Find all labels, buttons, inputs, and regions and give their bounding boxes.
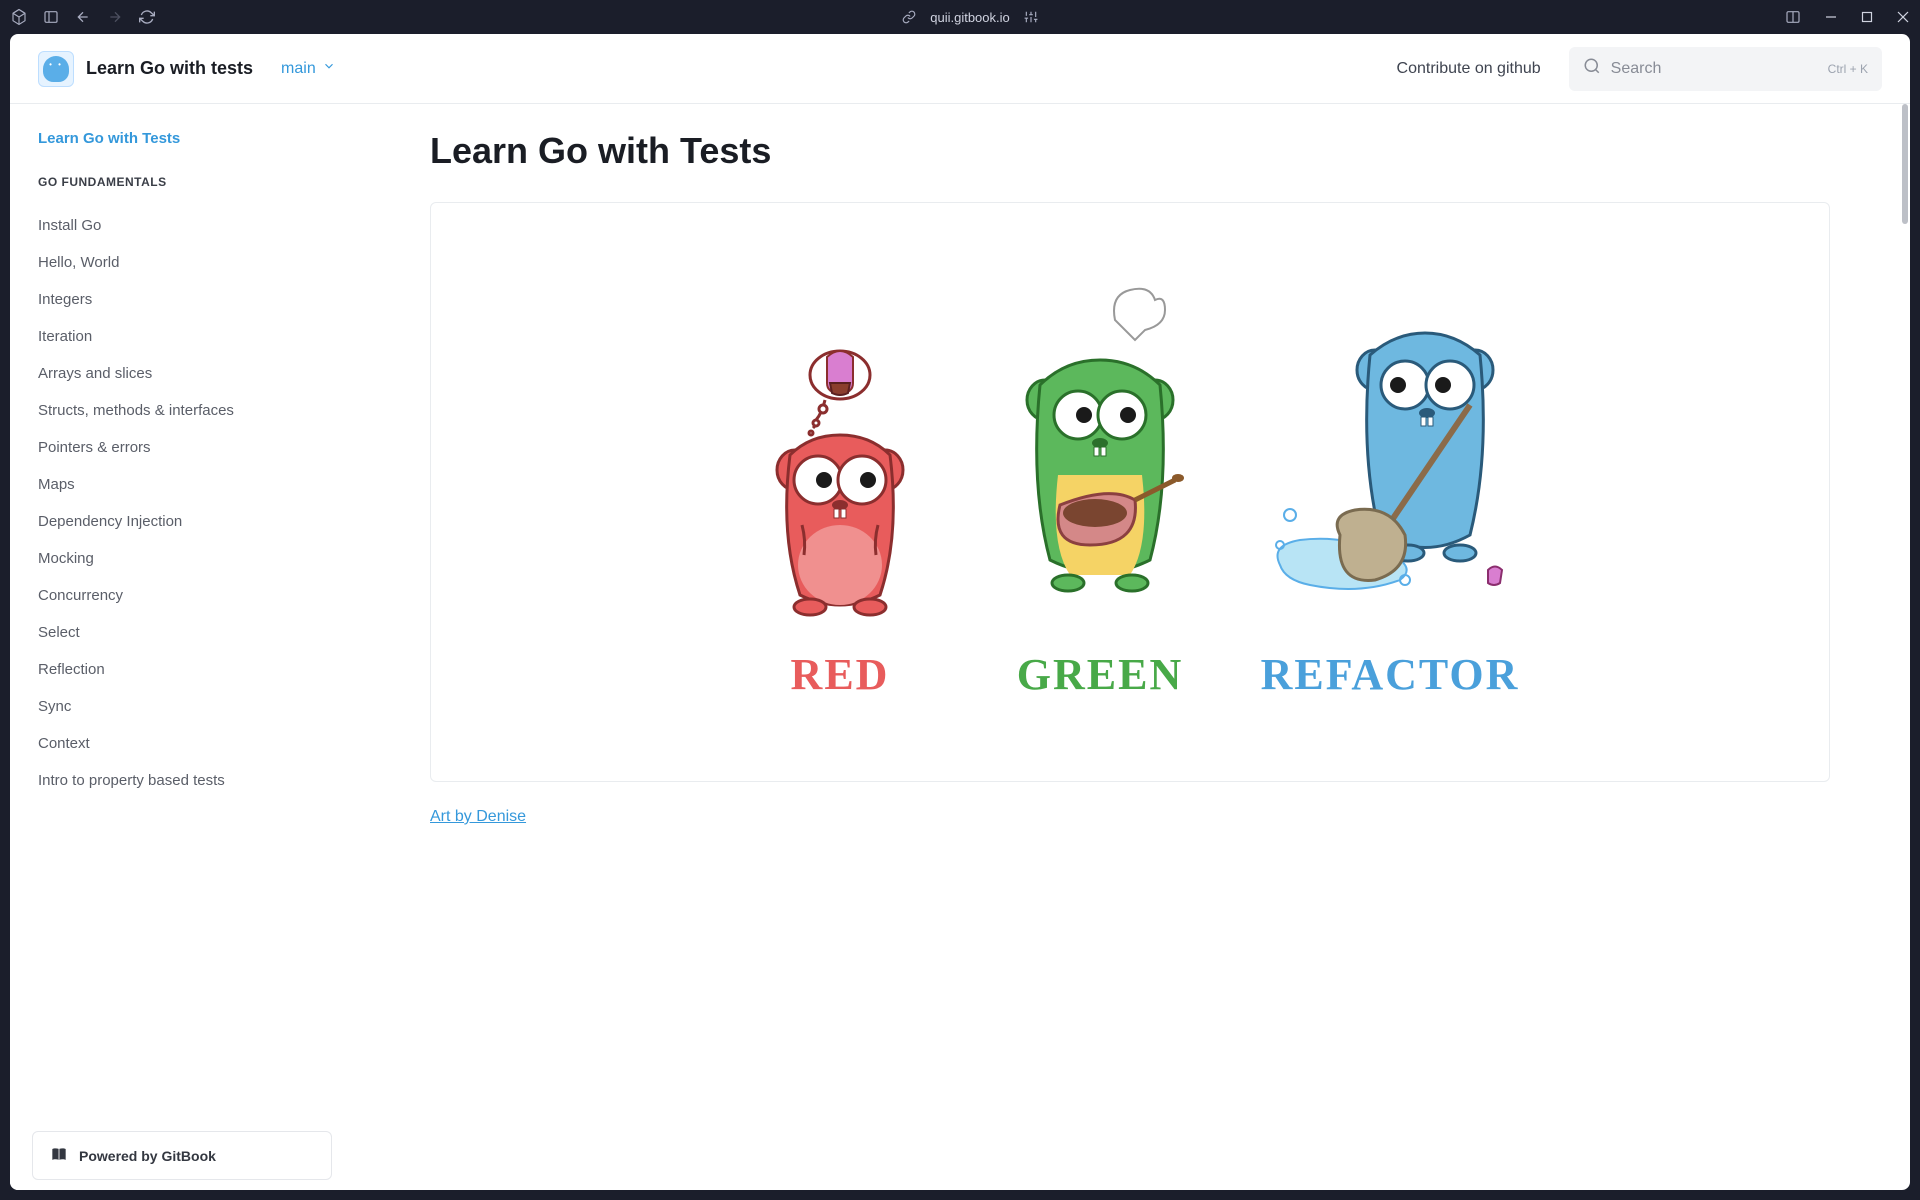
maximize-icon[interactable] <box>1860 10 1874 24</box>
sidebar-item-reflection[interactable]: Reflection <box>38 651 330 688</box>
sidebar-item-install-go[interactable]: Install Go <box>38 207 330 244</box>
browser-chrome: quii.gitbook.io <box>0 0 1920 34</box>
forward-icon[interactable] <box>106 8 124 26</box>
chevron-down-icon <box>322 59 336 78</box>
url-display[interactable]: quii.gitbook.io <box>930 10 1010 25</box>
back-icon[interactable] <box>74 8 92 26</box>
main-content: Learn Go with Tests <box>330 104 1910 1190</box>
art-credit-link[interactable]: Art by Denise <box>430 808 526 826</box>
gopher-red: RED <box>740 305 940 700</box>
gopher-label-red: RED <box>791 649 890 700</box>
sidebar-item-mocking[interactable]: Mocking <box>38 540 330 577</box>
sidebar-active-link[interactable]: Learn Go with Tests <box>38 130 330 147</box>
sidebar-item-hello-world[interactable]: Hello, World <box>38 244 330 281</box>
gopher-label-refactor: REFACTOR <box>1261 649 1520 700</box>
app-window: Learn Go with tests main Contribute on g… <box>10 34 1910 1190</box>
settings-sliders-icon[interactable] <box>1022 8 1040 26</box>
sidebar-item-integers[interactable]: Integers <box>38 281 330 318</box>
sidebar: Learn Go with Tests GO FUNDAMENTALS Inst… <box>10 104 330 1190</box>
branch-selector[interactable]: main <box>281 59 336 78</box>
sidebar-item-select[interactable]: Select <box>38 614 330 651</box>
gopher-green: GREEN <box>990 285 1210 700</box>
search-box[interactable]: Ctrl + K <box>1569 47 1882 91</box>
sidebar-toggle-icon[interactable] <box>42 8 60 26</box>
sidebar-item-sync[interactable]: Sync <box>38 688 330 725</box>
sidebar-item-structs-methods[interactable]: Structs, methods & interfaces <box>38 392 330 429</box>
scrollbar[interactable] <box>1902 104 1908 1190</box>
contribute-link[interactable]: Contribute on github <box>1397 60 1541 78</box>
branch-name: main <box>281 60 316 78</box>
sidebar-item-maps[interactable]: Maps <box>38 466 330 503</box>
sidebar-item-arrays-slices[interactable]: Arrays and slices <box>38 355 330 392</box>
scrollbar-thumb[interactable] <box>1902 104 1908 224</box>
sidebar-section-header: GO FUNDAMENTALS <box>38 175 330 189</box>
powered-label: Powered by GitBook <box>79 1148 216 1164</box>
site-title: Learn Go with tests <box>86 58 253 79</box>
app-header: Learn Go with tests main Contribute on g… <box>10 34 1910 104</box>
search-input[interactable] <box>1611 60 1818 78</box>
site-logo-gopher[interactable] <box>38 51 74 87</box>
minimize-icon[interactable] <box>1824 10 1838 24</box>
search-shortcut-hint: Ctrl + K <box>1828 62 1868 76</box>
sidebar-item-context[interactable]: Context <box>38 725 330 762</box>
sidebar-item-pointers-errors[interactable]: Pointers & errors <box>38 429 330 466</box>
gopher-blue: REFACTOR <box>1260 285 1520 700</box>
hero-image: RED <box>430 202 1830 782</box>
page-title: Learn Go with Tests <box>430 130 1830 172</box>
sidebar-item-dependency-injection[interactable]: Dependency Injection <box>38 503 330 540</box>
gopher-label-green: GREEN <box>1017 649 1183 700</box>
book-icon <box>49 1144 69 1167</box>
sidebar-item-concurrency[interactable]: Concurrency <box>38 577 330 614</box>
close-icon[interactable] <box>1896 10 1910 24</box>
powered-by-gitbook[interactable]: Powered by GitBook <box>32 1131 332 1180</box>
link-icon[interactable] <box>900 8 918 26</box>
search-icon <box>1583 57 1601 80</box>
reload-icon[interactable] <box>138 8 156 26</box>
sidebar-item-iteration[interactable]: Iteration <box>38 318 330 355</box>
sidebar-item-property-tests[interactable]: Intro to property based tests <box>38 762 330 799</box>
browser-logo-icon[interactable] <box>10 8 28 26</box>
split-view-icon[interactable] <box>1784 8 1802 26</box>
